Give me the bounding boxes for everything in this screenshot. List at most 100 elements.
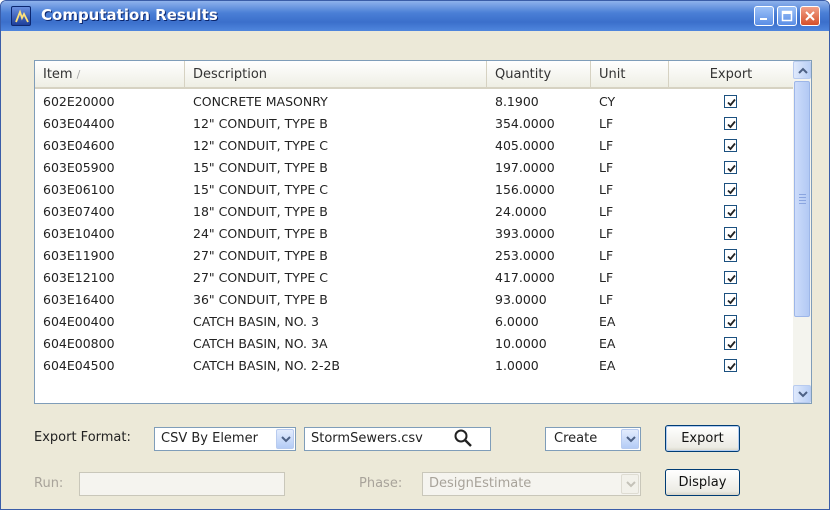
minimize-button[interactable] [754, 6, 774, 26]
checkmark-icon [727, 296, 736, 305]
export-checkbox[interactable] [724, 337, 737, 350]
export-format-label: Export Format: [34, 430, 131, 445]
column-header-description[interactable]: Description [185, 61, 487, 89]
phase-label: Phase: [359, 476, 403, 491]
export-checkbox[interactable] [724, 95, 737, 108]
export-checkbox[interactable] [724, 227, 737, 240]
description-cell: CATCH BASIN, NO. 3 [193, 314, 319, 329]
unit-cell: LF [599, 204, 614, 219]
table-row[interactable]: 603E04400 12" CONDUIT, TYPE B 354.0000 LF [35, 113, 793, 135]
column-header-item[interactable]: Item / [35, 61, 185, 89]
table-row[interactable]: 603E05900 15" CONDUIT, TYPE B 197.0000 LF [35, 157, 793, 179]
export-checkbox[interactable] [724, 139, 737, 152]
table-row[interactable]: 603E16400 36" CONDUIT, TYPE B 93.0000 LF [35, 289, 793, 311]
magnifier-icon[interactable] [453, 428, 473, 448]
close-button[interactable] [800, 6, 820, 26]
run-input[interactable] [79, 472, 285, 496]
column-header-export[interactable]: Export [669, 61, 793, 89]
table-row[interactable]: 603E06100 15" CONDUIT, TYPE C 156.0000 LF [35, 179, 793, 201]
quantity-cell: 405.0000 [495, 138, 555, 153]
checkmark-icon [727, 164, 736, 173]
export-checkbox[interactable] [724, 293, 737, 306]
item-cell: 603E10400 [43, 226, 115, 241]
table-row[interactable]: 604E00800 CATCH BASIN, NO. 3A 10.0000 EA [35, 333, 793, 355]
quantity-cell: 253.0000 [495, 248, 555, 263]
checkmark-icon [727, 274, 736, 283]
display-button[interactable]: Display [665, 469, 740, 496]
description-cell: 15" CONDUIT, TYPE C [193, 182, 328, 197]
table-row[interactable]: 603E07400 18" CONDUIT, TYPE B 24.0000 LF [35, 201, 793, 223]
item-cell: 602E20000 [43, 94, 115, 109]
vertical-scrollbar[interactable] [793, 61, 811, 403]
thumb-grip [799, 200, 806, 201]
app-icon[interactable] [11, 6, 31, 26]
results-table[interactable]: Item / Description Quantity Unit Export 6… [34, 60, 812, 404]
mode-select[interactable]: Create [545, 427, 641, 451]
quantity-cell: 417.0000 [495, 270, 555, 285]
export-format-dropdown-button[interactable] [276, 429, 294, 449]
export-cell [669, 113, 793, 135]
table-row[interactable]: 602E20000 CONCRETE MASONRY 8.1900 CY [35, 91, 793, 113]
scroll-up-button[interactable] [793, 61, 811, 79]
item-cell: 604E00400 [43, 314, 115, 329]
item-cell: 604E00800 [43, 336, 115, 351]
export-cell [669, 201, 793, 223]
export-cell [669, 333, 793, 355]
export-checkbox[interactable] [724, 161, 737, 174]
minimize-icon [760, 18, 767, 20]
unit-cell: EA [599, 336, 616, 351]
column-header-quantity[interactable]: Quantity [487, 61, 591, 89]
export-format-select[interactable]: CSV By Elemer [154, 427, 296, 451]
checkmark-icon [727, 362, 736, 371]
unit-cell: LF [599, 182, 614, 197]
table-row[interactable]: 603E11900 27" CONDUIT, TYPE B 253.0000 LF [35, 245, 793, 267]
run-label: Run: [34, 476, 64, 491]
table-row[interactable]: 604E00400 CATCH BASIN, NO. 3 6.0000 EA [35, 311, 793, 333]
quantity-cell: 93.0000 [495, 292, 547, 307]
thumb-grip [799, 194, 806, 195]
export-checkbox[interactable] [724, 271, 737, 284]
export-cell [669, 223, 793, 245]
export-cell [669, 179, 793, 201]
item-cell: 604E04500 [43, 358, 115, 373]
export-cell [669, 91, 793, 113]
quantity-cell: 6.0000 [495, 314, 539, 329]
scroll-thumb[interactable] [794, 81, 810, 317]
quantity-cell: 24.0000 [495, 204, 547, 219]
table-row[interactable]: 604E04500 CATCH BASIN, NO. 2-2B 1.0000 EA [35, 355, 793, 377]
unit-cell: CY [599, 94, 616, 109]
column-header-unit[interactable]: Unit [591, 61, 669, 89]
export-checkbox[interactable] [724, 359, 737, 372]
scroll-down-button[interactable] [793, 385, 811, 403]
table-row[interactable]: 603E12100 27" CONDUIT, TYPE C 417.0000 LF [35, 267, 793, 289]
export-checkbox[interactable] [724, 205, 737, 218]
export-button[interactable]: Export [665, 425, 740, 452]
export-checkbox[interactable] [724, 315, 737, 328]
item-cell: 603E04600 [43, 138, 115, 153]
item-cell: 603E04400 [43, 116, 115, 131]
unit-cell: LF [599, 248, 614, 263]
unit-cell: LF [599, 226, 614, 241]
mode-dropdown-button[interactable] [621, 429, 639, 449]
title-bar[interactable]: Computation Results [1, 1, 829, 31]
export-cell [669, 135, 793, 157]
unit-cell: LF [599, 116, 614, 131]
export-cell [669, 355, 793, 377]
phase-dropdown-button[interactable] [621, 474, 639, 494]
export-checkbox[interactable] [724, 249, 737, 262]
computation-results-window: Computation Results Item / Description Qu… [0, 0, 830, 510]
table-row[interactable]: 603E10400 24" CONDUIT, TYPE B 393.0000 LF [35, 223, 793, 245]
description-cell: 12" CONDUIT, TYPE C [193, 138, 328, 153]
phase-select[interactable]: DesignEstimate [422, 472, 641, 496]
close-icon [805, 11, 815, 21]
export-checkbox[interactable] [724, 183, 737, 196]
description-cell: 36" CONDUIT, TYPE B [193, 292, 328, 307]
unit-cell: LF [599, 270, 614, 285]
window-title: Computation Results [41, 6, 218, 24]
checkmark-icon [727, 252, 736, 261]
export-checkbox[interactable] [724, 117, 737, 130]
sort-indicator: / [76, 68, 81, 81]
table-row[interactable]: 603E04600 12" CONDUIT, TYPE C 405.0000 LF [35, 135, 793, 157]
quantity-cell: 1.0000 [495, 358, 539, 373]
maximize-button[interactable] [777, 6, 797, 26]
